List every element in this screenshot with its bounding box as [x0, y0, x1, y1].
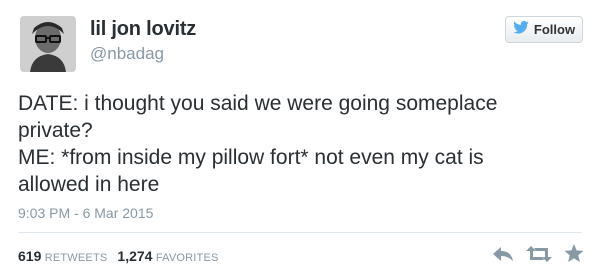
- tweet-stats: 619 RETWEETS 1,274 FAVORITES: [18, 248, 219, 264]
- retweet-icon[interactable]: [526, 245, 552, 268]
- follow-button[interactable]: Follow: [505, 16, 583, 43]
- follow-button-label: Follow: [533, 22, 576, 37]
- display-name[interactable]: lil jon lovitz: [90, 18, 196, 41]
- tweet-text-line: allowed in here: [18, 173, 160, 196]
- tweet-text-line: ME: *from inside my pillow fort* not eve…: [18, 146, 484, 169]
- profile-photo-icon: [20, 16, 76, 72]
- retweets-stat[interactable]: 619 RETWEETS: [18, 248, 107, 264]
- twitter-bird-icon: [513, 20, 529, 39]
- avatar[interactable]: [20, 16, 76, 72]
- tweet-text-line: DATE: i thought you said we were going s…: [18, 92, 498, 115]
- tweet-text-line: private?: [18, 119, 93, 142]
- user-handle[interactable]: @nbadag: [90, 44, 164, 64]
- divider: [18, 232, 582, 233]
- tweet-card: lil jon lovitz @nbadag Follow DATE: i th…: [0, 0, 600, 278]
- retweets-label: RETWEETS: [44, 252, 108, 264]
- favorites-count: 1,274: [117, 248, 153, 264]
- tweet-timestamp[interactable]: 9:03 PM - 6 Mar 2015: [18, 205, 153, 221]
- favorites-stat[interactable]: 1,274 FAVORITES: [117, 248, 218, 264]
- tweet-actions: [492, 244, 584, 268]
- favorites-label: FAVORITES: [155, 252, 219, 264]
- reply-icon[interactable]: [492, 245, 514, 268]
- favorite-icon[interactable]: [564, 244, 584, 268]
- retweets-count: 619: [18, 248, 42, 264]
- tweet-text: DATE: i thought you said we were going s…: [18, 90, 588, 198]
